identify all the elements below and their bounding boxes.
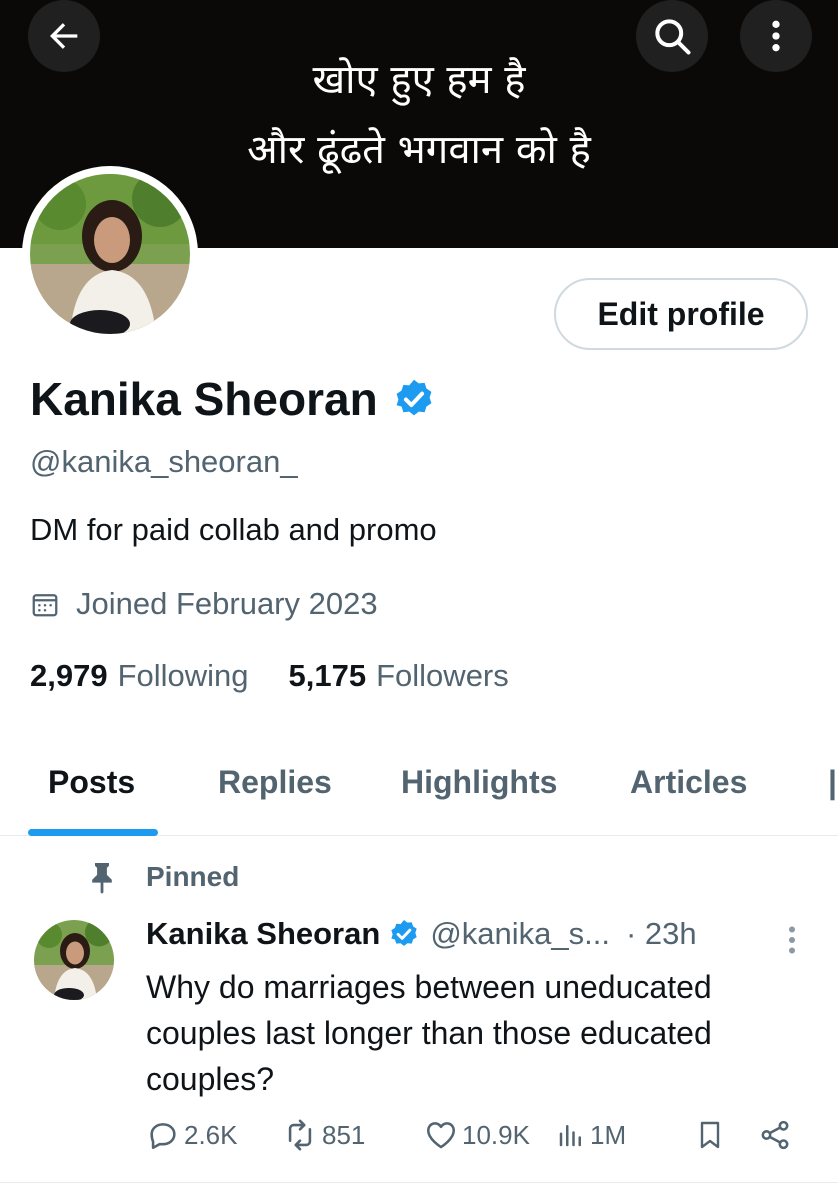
pinned-indicator: Pinned	[88, 860, 239, 894]
followers-stat[interactable]: 5,175 Followers	[289, 658, 509, 694]
following-stat[interactable]: 2,979 Following	[30, 658, 249, 694]
post-header: Kanika Sheoran @kanika_s... · 23h	[146, 916, 806, 952]
banner-text-line-1: खोए हुए हम है	[312, 57, 526, 103]
tab-replies[interactable]: Replies	[218, 764, 332, 801]
profile-name-row: Kanika Sheoran	[30, 372, 436, 426]
post-author-avatar[interactable]	[34, 920, 114, 1000]
bookmark-button[interactable]	[694, 1118, 726, 1152]
more-options-button[interactable]	[740, 0, 812, 72]
pinned-label: Pinned	[146, 861, 240, 892]
post-author-handle[interactable]: @kanika_s...	[430, 916, 610, 952]
more-vertical-icon	[789, 926, 795, 954]
reply-icon	[150, 1123, 176, 1150]
like-button[interactable]: 10.9K	[424, 1118, 530, 1152]
search-button[interactable]	[636, 0, 708, 72]
share-icon	[761, 1120, 789, 1150]
verified-badge-icon[interactable]	[392, 377, 436, 421]
post-author-name[interactable]: Kanika Sheoran	[146, 916, 380, 952]
heart-icon	[426, 1122, 456, 1149]
post-text[interactable]: Why do marriages between uneducated coup…	[146, 964, 816, 1102]
edit-profile-button[interactable]: Edit profile	[554, 278, 808, 350]
repost-icon	[288, 1119, 312, 1151]
tab-highlights[interactable]: Highlights	[401, 764, 557, 801]
following-count: 2,979	[30, 658, 108, 693]
back-button[interactable]	[28, 0, 100, 72]
reply-button[interactable]: 2.6K	[146, 1118, 238, 1152]
following-label: Following	[117, 658, 249, 693]
followers-label: Followers	[376, 658, 509, 693]
search-icon	[655, 19, 691, 55]
like-count: 10.9K	[462, 1119, 530, 1150]
arrow-left-icon	[50, 23, 78, 49]
post-actions: 2.6K 851 10.9K 1M	[146, 1118, 806, 1164]
profile-handle: @kanika_sheoran_	[30, 444, 298, 479]
bookmark-icon	[700, 1121, 720, 1149]
joined-date: Joined February 2023	[76, 586, 378, 621]
profile-tabs: Posts Replies Highlights Articles |	[0, 740, 838, 836]
tab-posts[interactable]: Posts	[48, 764, 135, 801]
calendar-icon	[32, 594, 58, 617]
avatar-image	[30, 174, 190, 334]
post-divider	[0, 1182, 838, 1183]
tab-next-partial[interactable]: |	[828, 764, 838, 801]
view-count: 1M	[590, 1119, 627, 1150]
repost-button[interactable]: 851	[282, 1118, 365, 1152]
more-vertical-icon	[772, 20, 780, 52]
active-tab-indicator	[28, 829, 158, 836]
post-timestamp[interactable]: · 23h	[626, 916, 697, 952]
followers-count: 5,175	[288, 658, 367, 693]
reply-count: 2.6K	[184, 1119, 238, 1150]
analytics-icon	[559, 1125, 581, 1147]
display-name: Kanika Sheoran	[30, 373, 378, 425]
follow-stats: 2,979 Following 5,175 Followers	[30, 658, 509, 694]
joined-date-row: Joined February 2023	[30, 586, 378, 622]
pin-icon	[92, 863, 112, 894]
post-more-button[interactable]	[780, 922, 804, 962]
profile-bio: DM for paid collab and promo	[30, 512, 437, 547]
verified-badge-icon	[391, 920, 417, 946]
profile-avatar[interactable]	[22, 166, 198, 342]
share-button[interactable]	[758, 1118, 792, 1152]
views-button[interactable]: 1M	[556, 1118, 626, 1152]
tab-articles[interactable]: Articles	[630, 764, 747, 801]
repost-count: 851	[322, 1119, 366, 1150]
